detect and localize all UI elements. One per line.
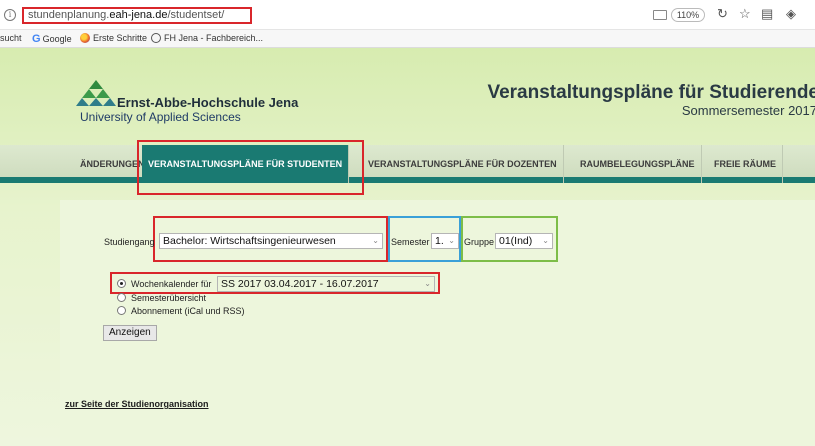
page-body: Ernst-Abbe-Hochschule Jena University of… bbox=[0, 48, 815, 446]
url-domain: eah-jena.de bbox=[109, 9, 168, 21]
nav-item-freie-raeume[interactable]: FREIE RÄUME bbox=[708, 145, 784, 183]
zoom-level[interactable]: 110% bbox=[671, 8, 705, 22]
radio-semesteruebersicht[interactable] bbox=[117, 293, 126, 302]
reader-view-icon[interactable] bbox=[653, 10, 667, 20]
anzeigen-button[interactable]: Anzeigen bbox=[103, 325, 157, 341]
pocket-icon[interactable]: ◈ bbox=[786, 7, 796, 21]
chevron-down-icon: ⌄ bbox=[372, 236, 379, 245]
period-value: SS 2017 03.04.2017 - 16.07.2017 bbox=[221, 278, 379, 290]
semester-value: 1. bbox=[435, 235, 444, 247]
gruppe-select[interactable]: 01(Ind) ⌄ bbox=[495, 233, 553, 249]
url-prefix: stundenplanung. bbox=[28, 9, 110, 21]
nav-item-raumbelegung[interactable]: RAUMBELEGUNGSPLÄNE bbox=[574, 145, 702, 183]
studiengang-label: Studiengang bbox=[104, 237, 155, 247]
bookmark-star-icon[interactable]: ☆ bbox=[739, 7, 751, 21]
radio-abonnement[interactable] bbox=[117, 306, 126, 315]
gruppe-value: 01(Ind) bbox=[499, 235, 533, 247]
nav-item-plaene-dozenten[interactable]: VERANSTALTUNGSPLÄNE FÜR DOZENTEN bbox=[362, 145, 564, 183]
reload-icon[interactable]: ↻ bbox=[717, 7, 728, 21]
chevron-down-icon: ⌄ bbox=[448, 236, 455, 245]
wochenkalender-label: Wochenkalender für bbox=[131, 279, 212, 289]
globe-icon bbox=[151, 33, 161, 43]
university-name: Ernst-Abbe-Hochschule Jena bbox=[117, 95, 299, 110]
studienorganisation-link[interactable]: zur Seite der Studienorganisation bbox=[65, 399, 209, 409]
gruppe-label: Gruppe bbox=[464, 237, 495, 247]
period-select[interactable]: SS 2017 03.04.2017 - 16.07.2017 ⌄ bbox=[217, 276, 435, 292]
google-icon: G bbox=[32, 33, 41, 45]
studiengang-select[interactable]: Bachelor: Wirtschaftsingenieurwesen ⌄ bbox=[159, 233, 383, 249]
firefox-icon bbox=[80, 33, 90, 43]
bookmark-sucht[interactable]: sucht bbox=[0, 33, 22, 43]
nav-highlight-box bbox=[137, 140, 364, 195]
bookmark-google[interactable]: G Google bbox=[32, 33, 72, 45]
page-subtitle: Sommersemester 2017 bbox=[681, 103, 815, 118]
bookmark-google-label: Google bbox=[42, 34, 72, 44]
bookmarks-bar: sucht G Google Erste Schritte FH Jena - F… bbox=[0, 30, 815, 48]
university-subtitle: University of Applied Sciences bbox=[80, 110, 241, 124]
bookmark-fh-jena[interactable]: FH Jena - Fachbereich... bbox=[151, 33, 263, 43]
semester-select[interactable]: 1. ⌄ bbox=[431, 233, 459, 249]
library-icon[interactable]: ▤ bbox=[761, 7, 773, 21]
bookmark-fh-jena-label: FH Jena - Fachbereich... bbox=[164, 33, 264, 43]
abonnement-label: Abonnement (iCal und RSS) bbox=[131, 306, 245, 316]
address-bar[interactable]: stundenplanung.eah-jena.de/studentset/ bbox=[28, 9, 224, 21]
info-icon[interactable]: i bbox=[4, 9, 16, 21]
radio-wochenkalender[interactable] bbox=[117, 279, 126, 288]
chevron-down-icon: ⌄ bbox=[424, 279, 431, 288]
chevron-down-icon: ⌄ bbox=[542, 236, 549, 245]
university-logo-icon bbox=[76, 80, 116, 106]
semester-label: Semester bbox=[391, 237, 430, 247]
studiengang-value: Bachelor: Wirtschaftsingenieurwesen bbox=[163, 235, 336, 247]
page-title: Veranstaltungspläne für Studierende bbox=[487, 82, 815, 103]
main-navigation: ÄNDERUNGEN VERANSTALTUNGSPLÄNE FÜR STUDE… bbox=[0, 145, 815, 183]
bookmark-erste-schritte-label: Erste Schritte bbox=[93, 33, 148, 43]
url-path: /studentset/ bbox=[167, 9, 225, 21]
semesteruebersicht-label: Semesterübersicht bbox=[131, 293, 207, 303]
bookmark-erste-schritte[interactable]: Erste Schritte bbox=[80, 33, 147, 43]
browser-toolbar: i stundenplanung.eah-jena.de/studentset/… bbox=[0, 0, 815, 30]
